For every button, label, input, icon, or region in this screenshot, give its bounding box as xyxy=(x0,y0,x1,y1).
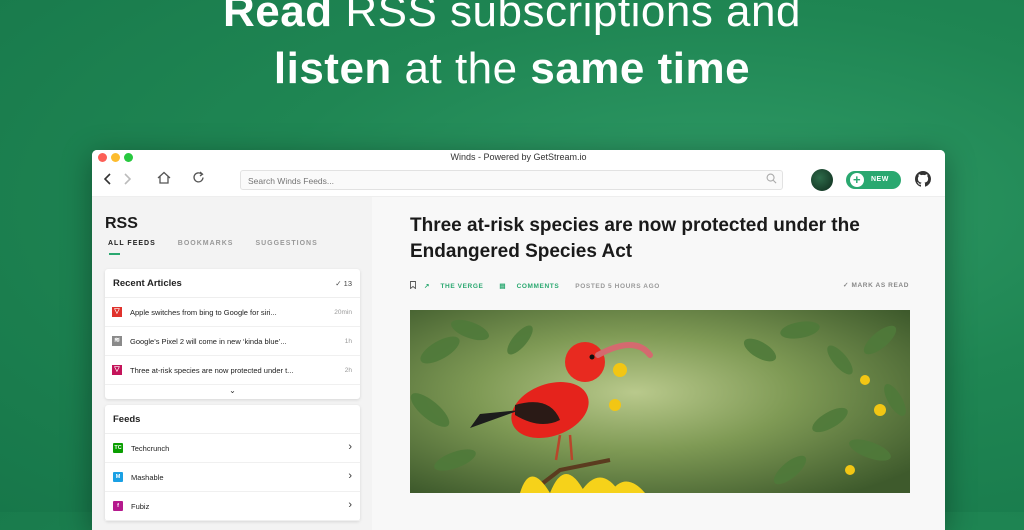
chevron-down-icon[interactable]: ⌄ xyxy=(105,385,360,399)
window-title: Winds - Powered by GetStream.io xyxy=(450,152,587,162)
list-item[interactable]: ≋ Google’s Pixel 2 will come in new ‘kin… xyxy=(105,327,360,356)
new-button[interactable]: + NEW xyxy=(846,171,901,189)
feed-item-mashable[interactable]: M Mashable › xyxy=(105,463,360,492)
search-icon[interactable] xyxy=(766,173,777,184)
tab-bookmarks[interactable]: BOOKMARKS xyxy=(178,240,234,247)
list-item[interactable]: ▽ Apple switches from bing to Google for… xyxy=(105,298,360,327)
search-box xyxy=(240,170,783,190)
title-bar: Winds - Powered by GetStream.io xyxy=(92,150,945,166)
recent-articles-count: ✓ 13 xyxy=(335,279,352,288)
refresh-icon[interactable] xyxy=(192,171,205,187)
recent-articles-title: Recent Articles xyxy=(113,278,182,289)
toolbar: + NEW xyxy=(92,166,945,197)
article-title: Three at-risk species are now protected … xyxy=(410,215,860,262)
app-window: Winds - Powered by GetStream.io + NEW RS… xyxy=(92,150,945,530)
feeds-title: Feeds xyxy=(113,414,141,425)
sidebar-title: RSS xyxy=(105,215,138,232)
chevron-right-icon: › xyxy=(348,499,352,511)
article-image xyxy=(410,310,910,493)
forward-icon[interactable] xyxy=(123,172,132,188)
comment-icon: ▤ xyxy=(499,283,507,290)
hero-line-2: listen at the same time xyxy=(273,44,751,93)
fubiz-logo-icon: f xyxy=(113,501,123,511)
tab-all-feeds[interactable]: ALL FEEDS xyxy=(108,240,156,247)
recent-articles-header[interactable]: Recent Articles ✓ 13 xyxy=(105,269,360,298)
article-posted-time: POSTED 5 HOURS AGO xyxy=(575,282,660,290)
sidebar-tabs: ALL FEEDS BOOKMARKS SUGGESTIONS xyxy=(108,240,318,247)
tab-suggestions[interactable]: SUGGESTIONS xyxy=(255,240,317,247)
verge-logo-icon: ▽ xyxy=(112,365,122,375)
check-icon: ✓ xyxy=(843,282,850,289)
check-icon: ✓ xyxy=(335,279,342,288)
active-tab-indicator xyxy=(109,253,120,255)
hero-line-1: Read RSS subscriptions and xyxy=(223,0,801,36)
back-icon[interactable] xyxy=(103,172,112,188)
verge-logo-icon: ▽ xyxy=(112,307,122,317)
feeds-card: Feeds TC Techcrunch › M Mashable › f Fub… xyxy=(105,405,360,521)
external-link-icon: ↗ xyxy=(424,283,431,290)
avatar[interactable] xyxy=(811,169,833,191)
github-icon[interactable] xyxy=(915,171,931,187)
search-input[interactable] xyxy=(241,173,755,189)
chevron-right-icon: › xyxy=(348,441,352,453)
techcrunch-logo-icon: TC xyxy=(113,443,123,453)
feed-item-fubiz[interactable]: f Fubiz › xyxy=(105,492,360,521)
article-meta: ↗ THE VERGE ▤ COMMENTS POSTED 5 HOURS AG… xyxy=(410,281,668,291)
chevron-right-icon: › xyxy=(348,470,352,482)
article-source-link[interactable]: ↗ THE VERGE xyxy=(424,282,491,290)
recent-articles-card: Recent Articles ✓ 13 ▽ Apple switches fr… xyxy=(105,269,360,399)
plus-icon: + xyxy=(850,173,864,187)
feeds-header: Feeds xyxy=(105,405,360,434)
feed-item-techcrunch[interactable]: TC Techcrunch › xyxy=(105,434,360,463)
article-pane: Three at-risk species are now protected … xyxy=(372,197,945,530)
mark-as-read-button[interactable]: ✓ MARK AS READ xyxy=(843,281,909,289)
sidebar: RSS ALL FEEDS BOOKMARKS SUGGESTIONS Rece… xyxy=(92,197,372,530)
article-comments-link[interactable]: ▤ COMMENTS xyxy=(499,282,567,290)
home-icon[interactable] xyxy=(157,171,171,187)
bookmark-icon[interactable] xyxy=(410,281,416,291)
list-item[interactable]: ▽ Three at-risk species are now protecte… xyxy=(105,356,360,385)
rss-feed-icon: ≋ xyxy=(112,336,122,346)
mashable-logo-icon: M xyxy=(113,472,123,482)
